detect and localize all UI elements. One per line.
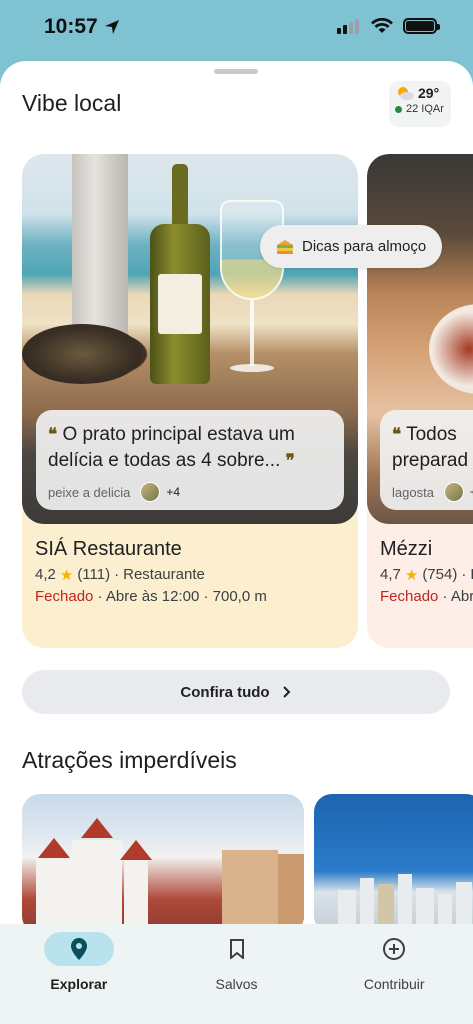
cellular-signal-icon (337, 19, 359, 34)
nav-pill (359, 932, 429, 966)
review-meta: peixe a delicia +4 (48, 482, 332, 502)
distance: 700,0 m (212, 588, 267, 605)
close-quote-icon: ❞ (285, 451, 295, 471)
open-status: Fechado (380, 588, 439, 605)
nav-label-contribute: Contribuir (363, 976, 425, 992)
nav-item-saved[interactable]: Salvos (158, 924, 316, 1024)
see-all-button[interactable]: Confira tudo (22, 670, 450, 714)
see-all-label: Confira tudo (180, 683, 270, 701)
separator-dot: · (442, 588, 451, 605)
opening-hours: Abre às 12:00 (105, 588, 200, 605)
more-photos-count: +4 (166, 485, 181, 499)
avatar (140, 482, 161, 502)
nav-item-contribute[interactable]: Contribuir (315, 924, 473, 1024)
review-snippet[interactable]: ❝ O prato principal estava um delícia e … (36, 410, 344, 510)
review-tag: lagosta (392, 484, 434, 500)
review-meta: lagosta + (392, 482, 473, 502)
lunch-tips-chip[interactable]: Dicas para almoço (260, 225, 443, 268)
nav-pill (202, 932, 272, 966)
weather-widget[interactable]: 29° 22 IQAr (389, 81, 451, 127)
attraction-card[interactable] (314, 794, 473, 934)
place-rating-row: 4,2 ★ (111) · Restaurante (35, 566, 205, 584)
opening-hours: Abr (450, 588, 473, 605)
air-quality: 22 IQAr (395, 103, 445, 115)
place-rating-row: 4,7 ★ (754) · R (380, 566, 473, 584)
separator-dot: · (114, 566, 120, 583)
chevron-right-icon (282, 686, 290, 698)
sandwich-icon (277, 239, 293, 254)
battery-icon (403, 18, 440, 34)
review-snippet[interactable]: ❝ Todos preparad lagosta + (380, 410, 473, 510)
rating-value: 4,2 (35, 566, 56, 583)
section-title-vibe-local: Vibe local (22, 90, 122, 116)
open-status: Fechado (35, 588, 94, 605)
bottom-navigation: Explorar Salvos Contribuir (0, 924, 473, 1024)
drag-handle[interactable] (214, 69, 258, 74)
location-pin-icon (70, 938, 87, 960)
clock-text: 10:57 (44, 15, 98, 38)
wine-bottle-image (150, 164, 210, 384)
nav-label-saved: Salvos (215, 976, 258, 992)
review-quote: ❝ O prato principal estava um delícia e … (48, 422, 332, 474)
star-icon: ★ (404, 567, 419, 584)
review-tag: peixe a delicia (48, 484, 131, 500)
nav-pill-active (43, 932, 114, 966)
aqi-text: 22 IQAr (406, 103, 444, 115)
review-quote: ❝ Todos preparad (392, 422, 473, 474)
open-quote-icon: ❝ (48, 425, 58, 445)
section-title-attractions: Atrações imperdíveis (22, 747, 237, 773)
star-icon: ★ (59, 567, 74, 584)
wifi-icon (371, 18, 393, 33)
aqi-indicator-icon (395, 105, 402, 113)
temperature-text: 29° (418, 85, 440, 101)
chip-label: Dicas para almoço (302, 238, 427, 255)
separator-dot: · (461, 566, 467, 583)
nav-label-explore: Explorar (50, 976, 108, 992)
review-text: Todos preparad (392, 424, 469, 471)
add-circle-icon (383, 938, 406, 960)
open-quote-icon: ❝ (392, 425, 402, 445)
location-arrow-icon (104, 20, 119, 34)
nav-item-explore[interactable]: Explorar (0, 924, 158, 1024)
bookmark-icon (229, 939, 244, 959)
review-count: (111) (77, 566, 111, 583)
place-category: Restaurante (123, 566, 205, 583)
separator-dot: · (97, 588, 106, 605)
rating-value: 4,7 (380, 566, 401, 583)
separator-dot: · (203, 588, 213, 605)
status-time: 10:57 (44, 15, 120, 39)
place-name: Mézzi (380, 538, 433, 560)
place-hours-row: Fechado · Abre às 12:00 · 700,0 m (35, 588, 267, 605)
review-text: O prato principal estava um delícia e to… (48, 424, 295, 471)
review-count: (754) (422, 566, 458, 583)
status-icons (337, 18, 440, 34)
status-bar: 10:57 (0, 0, 473, 58)
place-hours-row: Fechado · Abr (380, 588, 473, 605)
weather-temp: 29° (395, 85, 445, 101)
explore-sheet: Vibe local 29° 22 IQAr ❝ O prato princip… (0, 61, 473, 1024)
avatar (443, 482, 464, 502)
partly-cloudy-icon (398, 87, 414, 100)
attraction-card[interactable] (22, 794, 304, 934)
place-name: SIÁ Restaurante (35, 538, 182, 560)
